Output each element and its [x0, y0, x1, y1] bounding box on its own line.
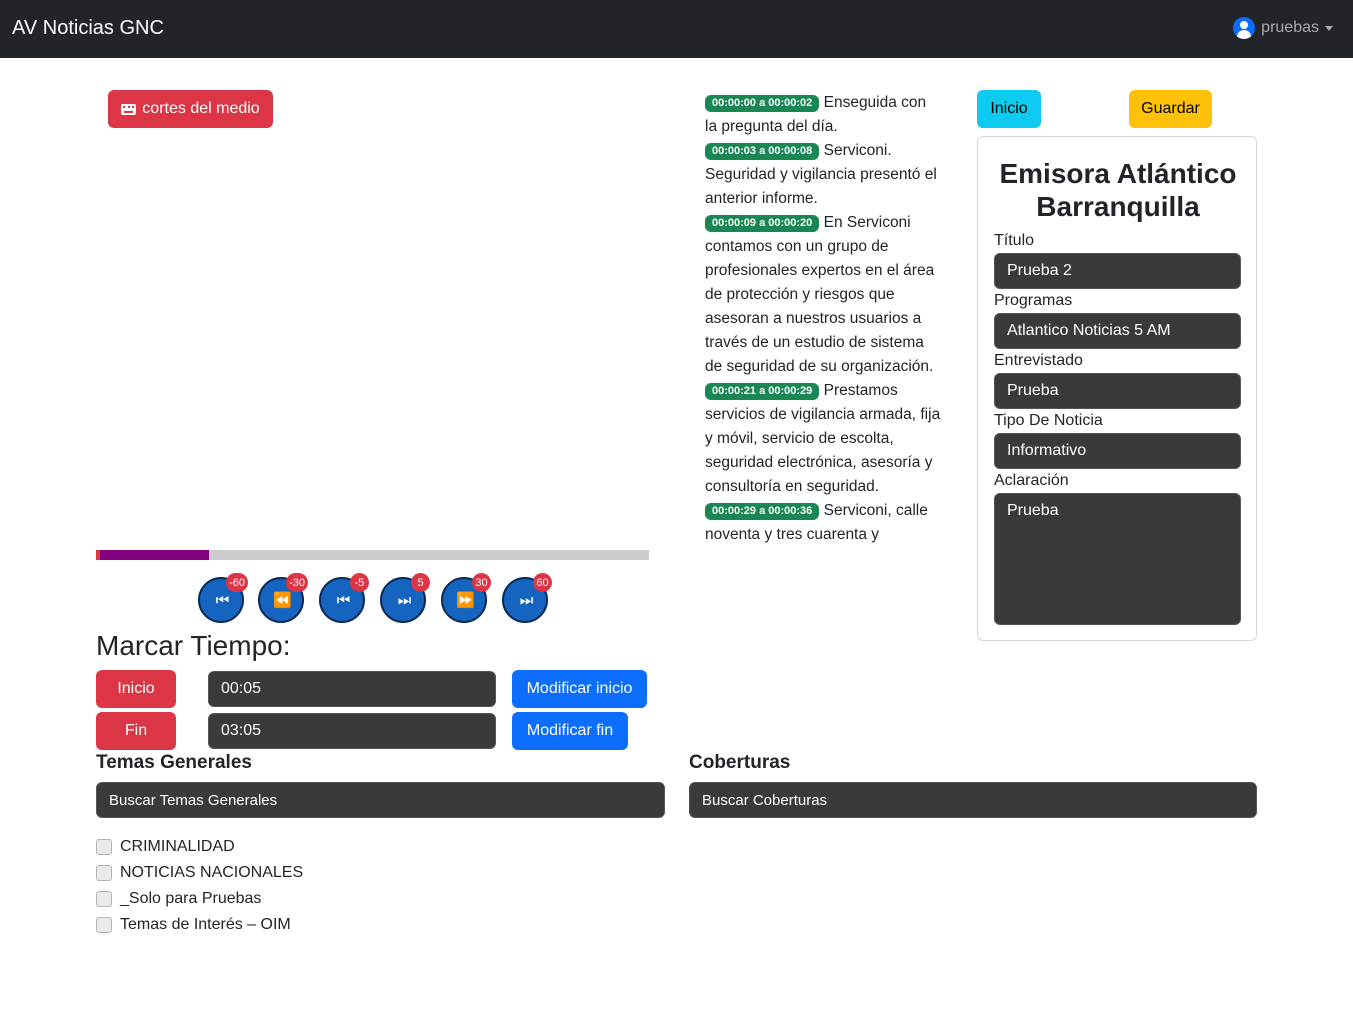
transcript-panel: 00:00:00 a 00:00:02 Enseguida con la pre…	[705, 91, 941, 547]
aclaracion-textarea[interactable]: Prueba	[994, 493, 1241, 625]
timestamp-badge[interactable]: 00:00:29 a 00:00:36	[705, 503, 820, 520]
fast-forward-icon: ⏩	[456, 591, 475, 609]
tema-checkbox[interactable]	[96, 865, 112, 881]
top-navbar: AV Noticias GNC pruebas	[0, 0, 1353, 58]
user-menu[interactable]: pruebas	[1233, 17, 1333, 39]
back-30-button[interactable]: ⏪ -30	[258, 573, 308, 623]
news-details-card: Emisora Atlántico Barranquilla Título Pr…	[977, 136, 1257, 641]
coberturas-heading: Coberturas	[689, 752, 791, 773]
tipo-noticia-label: Tipo De Noticia	[994, 412, 1103, 429]
badge-minus-30: -30	[286, 573, 308, 592]
fwd-30-button[interactable]: ⏩ 30	[441, 573, 491, 623]
titulo-label: Título	[994, 232, 1035, 249]
timestamp-badge[interactable]: 00:00:03 a 00:00:08	[705, 143, 820, 160]
inicio-button[interactable]: Inicio	[977, 90, 1041, 128]
tipo-noticia-field[interactable]: Informativo	[994, 433, 1241, 469]
entrevistado-field[interactable]: Prueba	[994, 373, 1241, 409]
skip-start-icon: ⏮	[215, 591, 229, 609]
step-forward-icon: ⏭	[397, 591, 411, 609]
chevron-down-icon	[1325, 25, 1333, 31]
fin-time-input[interactable]: 03:05	[208, 713, 496, 749]
modificar-inicio-button[interactable]: Modificar inicio	[512, 670, 647, 708]
tema-checkbox[interactable]	[96, 839, 112, 855]
step-back-icon: ⏮	[336, 591, 350, 609]
tema-checkbox[interactable]	[96, 891, 112, 907]
tema-item[interactable]: Temas de Interés – OIM	[96, 916, 291, 934]
tema-item[interactable]: NOTICIAS NACIONALES	[96, 864, 303, 882]
fwd-5-button[interactable]: ⏭ 5	[380, 573, 430, 623]
rewind-icon: ⏪	[273, 591, 292, 609]
badge-plus-30: 30	[472, 573, 491, 592]
badge-plus-5: 5	[411, 573, 430, 592]
user-avatar-icon	[1233, 17, 1256, 39]
programas-label: Programas	[994, 292, 1073, 309]
cortes-del-medio-button[interactable]: cortes del medio	[108, 90, 273, 128]
badge-minus-60: -60	[226, 573, 248, 592]
fwd-60-button[interactable]: ⏭ 60	[502, 573, 552, 623]
marcar-inicio-button[interactable]: Inicio	[96, 670, 176, 708]
temas-search-input[interactable]: Buscar Temas Generales	[96, 782, 665, 818]
tema-label: _Solo para Pruebas	[120, 890, 262, 907]
navbar-brand[interactable]: AV Noticias GNC	[12, 17, 164, 40]
user-name: pruebas	[1261, 19, 1319, 36]
timestamp-badge[interactable]: 00:00:21 a 00:00:29	[705, 383, 820, 400]
titulo-field[interactable]: Prueba 2	[994, 253, 1241, 289]
inicio-time-input[interactable]: 00:05	[208, 671, 496, 707]
coberturas-search-input[interactable]: Buscar Coberturas	[689, 782, 1257, 818]
guardar-button[interactable]: Guardar	[1129, 90, 1212, 128]
media-progress-fill	[96, 550, 210, 560]
keyboard-icon	[121, 103, 137, 115]
skip-end-icon: ⏭	[519, 591, 533, 609]
tema-item[interactable]: _Solo para Pruebas	[96, 890, 261, 908]
marcar-fin-button[interactable]: Fin	[96, 712, 176, 750]
tema-item[interactable]: CRIMINALIDAD	[96, 838, 235, 856]
back-60-button[interactable]: ⏮ -60	[198, 573, 248, 623]
media-progress-bar[interactable]	[96, 550, 649, 560]
tema-label: NOTICIAS NACIONALES	[120, 864, 304, 881]
cortes-label: cortes del medio	[142, 100, 260, 117]
timestamp-badge[interactable]: 00:00:09 a 00:00:20	[705, 215, 820, 232]
tema-label: CRIMINALIDAD	[120, 838, 235, 855]
aclaracion-label: Aclaración	[994, 472, 1069, 489]
transcript-text: En Serviconi contamos con un grupo de pr…	[705, 214, 935, 375]
modificar-fin-button[interactable]: Modificar fin	[512, 712, 628, 750]
station-title: Emisora Atlántico Barranquilla	[999, 158, 1237, 222]
tema-checkbox[interactable]	[96, 917, 112, 933]
temas-generales-heading: Temas Generales	[96, 752, 252, 773]
marcar-tiempo-heading: Marcar Tiempo:	[96, 630, 291, 661]
tema-label: Temas de Interés – OIM	[120, 916, 291, 933]
programas-field[interactable]: Atlantico Noticias 5 AM	[994, 313, 1241, 349]
entrevistado-label: Entrevistado	[994, 352, 1083, 369]
timestamp-badge[interactable]: 00:00:00 a 00:00:02	[705, 95, 820, 112]
badge-minus-5: -5	[350, 573, 369, 592]
back-5-button[interactable]: ⏮ -5	[319, 573, 369, 623]
badge-plus-60: 60	[533, 573, 552, 592]
